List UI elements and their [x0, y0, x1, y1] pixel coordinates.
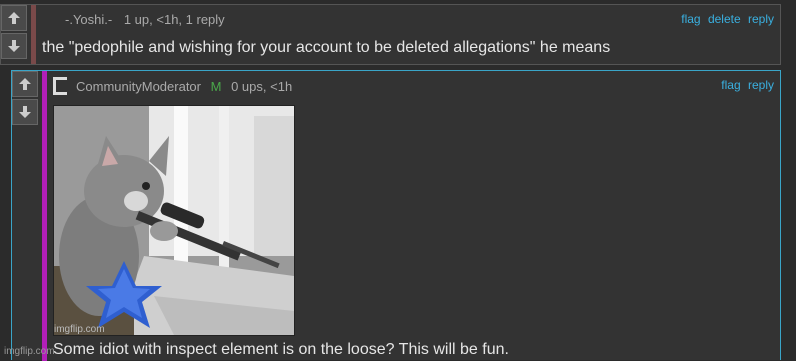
moderator-badge: M [210, 79, 222, 94]
comment-meta: -.Yoshi.- 1 up, <1h, 1 reply [65, 12, 225, 27]
arrow-down-icon [8, 40, 20, 52]
upvote-button[interactable] [12, 71, 38, 97]
comment-yoshi: -.Yoshi.- 1 up, <1h, 1 reply flag delete… [0, 4, 781, 65]
reply-link[interactable]: reply [748, 78, 774, 92]
comment-body: the "pedophile and wishing for your acco… [42, 39, 611, 56]
flag-link[interactable]: flag [721, 78, 740, 92]
vote-controls [1, 5, 27, 61]
comment-actions: flag delete reply [677, 12, 774, 26]
arrow-up-icon [8, 12, 20, 24]
avatar[interactable] [53, 77, 67, 95]
comment-author[interactable]: CommunityModerator [76, 79, 201, 94]
comment-meta: CommunityModerator M 0 ups, <1h [76, 79, 292, 94]
delete-link[interactable]: delete [708, 12, 741, 26]
downvote-button[interactable] [1, 33, 27, 59]
comment-depth-bar [42, 71, 47, 361]
upvote-button[interactable] [1, 5, 27, 31]
comment-actions: flag reply [717, 78, 774, 92]
kitten-with-rifle-image [54, 106, 294, 335]
arrow-down-icon [19, 106, 31, 118]
flag-link[interactable]: flag [681, 12, 700, 26]
reply-link[interactable]: reply [748, 12, 774, 26]
comment-image[interactable]: imgflip.com [53, 105, 295, 336]
vote-controls [12, 71, 38, 127]
comment-stats: 0 ups, <1h [231, 79, 293, 94]
comment-author[interactable]: -.Yoshi.- [65, 12, 112, 27]
site-watermark: imgflip.com [4, 346, 55, 357]
comment-depth-bar [31, 5, 36, 64]
comment-stats: 1 up, <1h, 1 reply [123, 12, 225, 27]
arrow-up-icon [19, 78, 31, 90]
image-watermark: imgflip.com [54, 324, 105, 335]
comment-moderator: CommunityModerator M 0 ups, <1h flag rep… [11, 70, 781, 361]
downvote-button[interactable] [12, 99, 38, 125]
comment-body: Some idiot with inspect element is on th… [53, 341, 509, 358]
